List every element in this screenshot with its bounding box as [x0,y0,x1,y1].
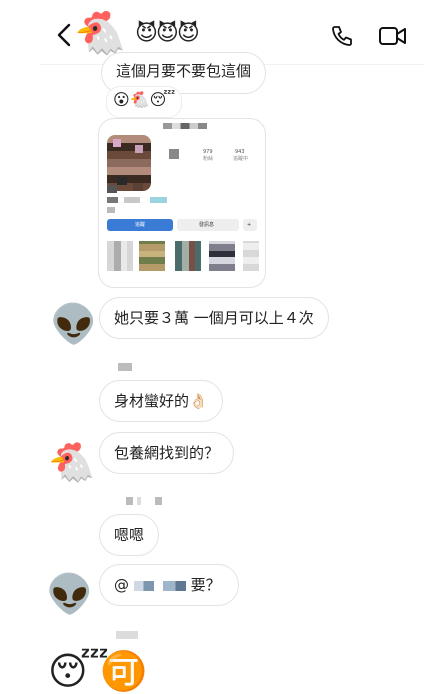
card-person-add-icon[interactable]: + [243,219,257,231]
timestamp-redacted [118,362,132,372]
message-bubble[interactable]: 嗯嗯 [99,514,160,556]
message-text: 這個月要不要包這個 [116,62,252,80]
card-username-redacted [163,123,207,129]
card-thumbnail [107,241,133,271]
card-thumbnail [139,241,165,271]
following-count: 943 [235,149,245,155]
back-chevron-icon[interactable] [54,22,76,48]
card-stat-redacted [169,149,179,159]
contact-name[interactable]: 😈😈😈 [135,20,200,48]
message-bubble[interactable]: 身材蠻好的👌🏻 [99,380,223,422]
card-thumbnail [209,241,235,271]
pixel-block [117,177,127,185]
message-text: 嗯嗯 [114,526,145,544]
following-label: 追蹤中 [233,156,249,162]
message-bubble[interactable]: @ 要？ [99,564,239,606]
card-follow-button[interactable]: 追蹤 [107,219,173,231]
message-label: 發訊息 [199,222,215,228]
followers-label: 粉絲 [203,156,214,162]
sender-avatar-chicken[interactable]: 🐔 [48,438,96,486]
ok-badge-emoji[interactable]: 🉑 [100,648,147,694]
card-thumbnail [175,241,201,271]
timestamp-redacted [116,630,138,640]
mention-prefix: @ [114,576,129,594]
shared-profile-card[interactable]: 979 粉絲 943 追蹤中 追蹤 發訊息 + [98,118,266,288]
message-text: 身材蠻好的👌🏻 [114,392,208,410]
mention-redacted [133,580,186,591]
contact-avatar[interactable]: 🐔 [74,8,130,58]
message-text: 她只要３萬 一個月可以上４次 [114,309,314,327]
phone-icon[interactable] [330,24,354,48]
pixel-block [135,145,143,153]
message-bubble[interactable]: 包養網找到的？ [99,432,235,474]
card-bio-redacted [107,207,115,213]
person-add-glyph: + [247,222,252,228]
message-text: 包養網找到的？ [114,444,220,462]
pixel-block [113,139,121,147]
message-reactions[interactable]: 😮🐔😴 [106,86,183,118]
card-bio-redacted [107,197,167,203]
reaction-emojis: 😮🐔😴 [113,90,176,109]
emoji-glyph: 🉑 [100,649,148,693]
card-bio-redacted [107,185,117,193]
timestamp-redacted [126,496,162,506]
pixel-block [133,183,143,191]
message-bubble[interactable]: 她只要３萬 一個月可以上４次 [99,297,329,339]
video-call-icon[interactable] [378,22,408,50]
message-text: 要？ [190,576,221,594]
sender-avatar-alien[interactable]: 👽 [46,570,94,618]
card-message-button[interactable]: 發訊息 [177,219,239,231]
follow-label: 追蹤 [135,222,146,228]
card-thumbnail [243,241,259,271]
sender-avatar-alien[interactable]: 👽 [50,300,98,348]
followers-count: 979 [203,149,213,155]
